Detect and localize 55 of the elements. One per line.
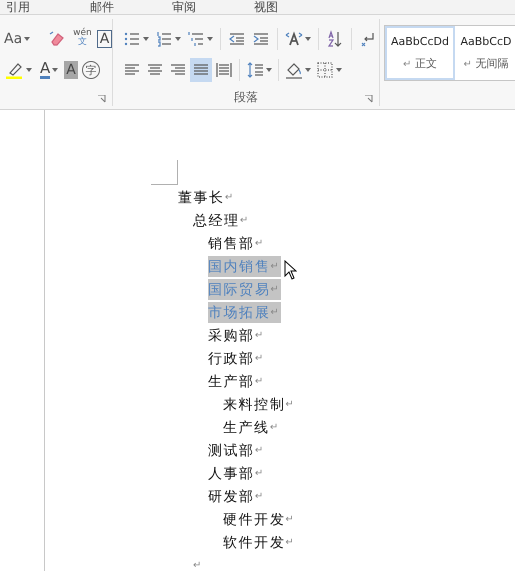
letter-arrows-icon	[285, 30, 303, 48]
sort-az-icon	[326, 30, 344, 48]
change-case-button[interactable]: Aa	[2, 27, 32, 51]
character-border-button[interactable]: A	[96, 30, 112, 48]
font-color-button[interactable]: A	[38, 58, 60, 82]
group-label: 段落	[233, 89, 259, 106]
outline-paragraph: 市场拓展↵	[208, 302, 281, 323]
outline-paragraph: 研发部↵	[208, 488, 264, 506]
character-shading-button[interactable]: A	[64, 61, 78, 79]
mouse-pointer-icon	[284, 260, 297, 280]
caret-icon	[305, 37, 311, 41]
ribbon-tab[interactable]: 引用	[4, 0, 66, 14]
paragraph-mark: ↵	[193, 559, 202, 571]
outline-paragraph: 董事长↵	[178, 188, 234, 208]
caret-icon	[52, 68, 58, 72]
outline-paragraph: 测试部↵	[208, 442, 264, 460]
alignment-button[interactable]	[190, 58, 212, 82]
outline-paragraph: 行政部↵	[208, 350, 264, 368]
caret-icon	[305, 68, 311, 72]
outline-paragraph: 采购部↵	[208, 326, 264, 346]
distributed-icon	[215, 61, 233, 79]
phonetic-guide-button[interactable]: wén 文	[72, 27, 93, 51]
bulleted-list-icon	[123, 30, 141, 48]
outline-paragraph: 人事部↵	[208, 464, 264, 484]
numbered-list-icon	[155, 30, 173, 48]
outline-paragraph: 生产部↵	[208, 372, 264, 392]
multilevel-list-icon	[187, 30, 205, 48]
caret-icon	[175, 37, 181, 41]
ribbon-tab[interactable]: 邮件	[88, 0, 150, 14]
caret-icon	[336, 68, 342, 72]
outline-paragraph: 硬件开发↵	[223, 510, 294, 530]
outline-paragraph: 国内销售↵	[208, 256, 281, 277]
outline-paragraph: 来料控制↵	[223, 396, 294, 414]
dialog-launcher-icon[interactable]	[98, 95, 106, 103]
style-item[interactable]: AaBbCcDd ↵ 正文	[385, 26, 455, 80]
outline-paragraph: 生产线↵	[223, 418, 278, 438]
caret-icon	[26, 68, 32, 72]
outline-paragraph: 国际贸易↵	[208, 279, 281, 300]
margin-corner-mark	[151, 160, 178, 185]
highlighter-icon	[6, 61, 24, 79]
caret-icon	[143, 37, 149, 41]
caret-icon	[266, 68, 272, 72]
outline-paragraph: 销售部↵	[208, 234, 264, 254]
eraser-icon	[48, 30, 66, 48]
borders-icon	[316, 61, 334, 79]
line-spacing-icon	[246, 61, 264, 79]
outline-paragraph: 软件开发↵	[223, 534, 294, 552]
ribbon-tab[interactable]: 审阅	[170, 0, 232, 14]
enclose-character-button[interactable]: 字	[82, 61, 100, 79]
dialog-launcher-icon[interactable]	[365, 95, 373, 103]
paint-bucket-icon	[285, 61, 303, 79]
caret-icon	[24, 37, 30, 41]
outline-paragraph: 总经理↵	[193, 212, 248, 230]
ribbon-tab[interactable]: 视图	[252, 0, 314, 14]
caret-icon	[207, 37, 213, 41]
